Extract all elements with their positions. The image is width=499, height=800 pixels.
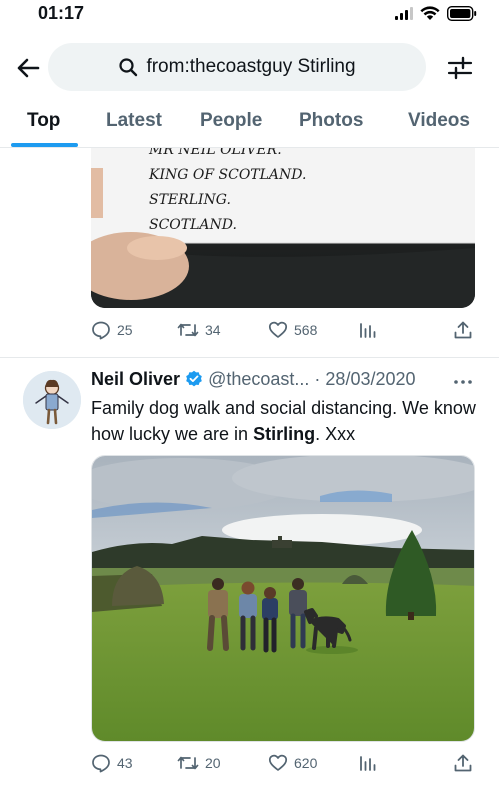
- retweet-count: 20: [205, 755, 221, 771]
- tweet-image-envelope[interactable]: MR NEIL OLIVER. KING OF SCOTLAND. STERLI…: [91, 148, 475, 308]
- heart-icon: [268, 321, 288, 338]
- tab-people[interactable]: People: [200, 110, 262, 132]
- share-button[interactable]: [453, 320, 473, 340]
- tweet-header: Neil Oliver @thecoast... · 28/03/2020: [91, 369, 481, 393]
- search-header: from:thecoastguy Stirling: [0, 40, 499, 96]
- battery-icon: [447, 6, 477, 21]
- envelope-line: KING OF SCOTLAND.: [149, 167, 307, 183]
- tweet-actions: 25 34 568: [91, 320, 475, 344]
- reply-button[interactable]: 25: [91, 320, 133, 340]
- retweet-count: 34: [205, 322, 221, 338]
- tweet[interactable]: MR NEIL OLIVER. KING OF SCOTLAND. STERLI…: [0, 148, 499, 358]
- views-button[interactable]: [359, 320, 377, 340]
- like-count: 620: [294, 755, 318, 771]
- reply-icon: [92, 321, 110, 340]
- reply-button[interactable]: 43: [91, 753, 133, 773]
- share-button[interactable]: [453, 753, 473, 773]
- envelope-text: MR NEIL OLIVER. KING OF SCOTLAND. STERLI…: [149, 148, 306, 238]
- active-tab-indicator: [11, 143, 78, 147]
- retweet-icon: [177, 323, 199, 337]
- verified-badge-icon: [186, 370, 202, 387]
- search-input[interactable]: from:thecoastguy Stirling: [48, 43, 426, 91]
- tweet-image-dog-walk[interactable]: [91, 455, 475, 742]
- more-options-icon[interactable]: [453, 379, 473, 385]
- like-button[interactable]: 620: [268, 753, 317, 773]
- tab-top[interactable]: Top: [27, 110, 60, 132]
- filter-sliders-icon[interactable]: [446, 54, 474, 82]
- like-count: 568: [294, 322, 318, 338]
- search-query: from:thecoastguy Stirling: [146, 56, 356, 77]
- reply-count: 25: [117, 322, 133, 338]
- avatar[interactable]: [23, 371, 81, 429]
- display-name[interactable]: Neil Oliver: [91, 369, 180, 389]
- tab-videos[interactable]: Videos: [408, 110, 470, 132]
- back-arrow-icon[interactable]: [14, 54, 42, 82]
- reply-count: 43: [117, 755, 133, 771]
- status-icons: [395, 6, 477, 21]
- signal-icon: [395, 7, 413, 20]
- envelope-line: STERLING.: [149, 192, 231, 208]
- status-bar: 01:17: [0, 0, 499, 30]
- share-icon: [454, 754, 472, 772]
- wifi-icon: [420, 6, 440, 20]
- user-handle[interactable]: @thecoast...: [208, 369, 309, 389]
- envelope-line: MR NEIL OLIVER.: [149, 148, 282, 158]
- tab-latest[interactable]: Latest: [106, 110, 162, 132]
- tweet[interactable]: Neil Oliver @thecoast... · 28/03/2020 Fa…: [0, 359, 499, 800]
- dog-walk-photo: [92, 456, 474, 741]
- search-tabs: Top Latest People Photos Videos: [0, 100, 499, 148]
- tweet-text-part: . Xxx: [315, 424, 356, 444]
- tweet-date: · 28/03/2020: [314, 369, 416, 389]
- views-chart-icon: [360, 323, 376, 338]
- tweet-text: Family dog walk and social distancing. W…: [91, 395, 476, 447]
- retweet-button[interactable]: 34: [177, 320, 221, 340]
- status-time: 01:17: [38, 3, 85, 23]
- share-icon: [454, 321, 472, 339]
- reply-icon: [92, 754, 110, 773]
- envelope-line: SCOTLAND.: [149, 217, 237, 233]
- retweet-icon: [177, 756, 199, 770]
- like-button[interactable]: 568: [268, 320, 317, 340]
- tweet-actions: 43 20 620: [91, 753, 475, 777]
- heart-icon: [268, 754, 288, 771]
- tab-photos[interactable]: Photos: [299, 110, 363, 132]
- views-chart-icon: [360, 756, 376, 771]
- retweet-button[interactable]: 20: [177, 753, 221, 773]
- search-icon: [119, 58, 138, 77]
- search-highlight: Stirling: [253, 424, 316, 444]
- avatar-drawing: [23, 371, 81, 429]
- views-button[interactable]: [359, 753, 377, 773]
